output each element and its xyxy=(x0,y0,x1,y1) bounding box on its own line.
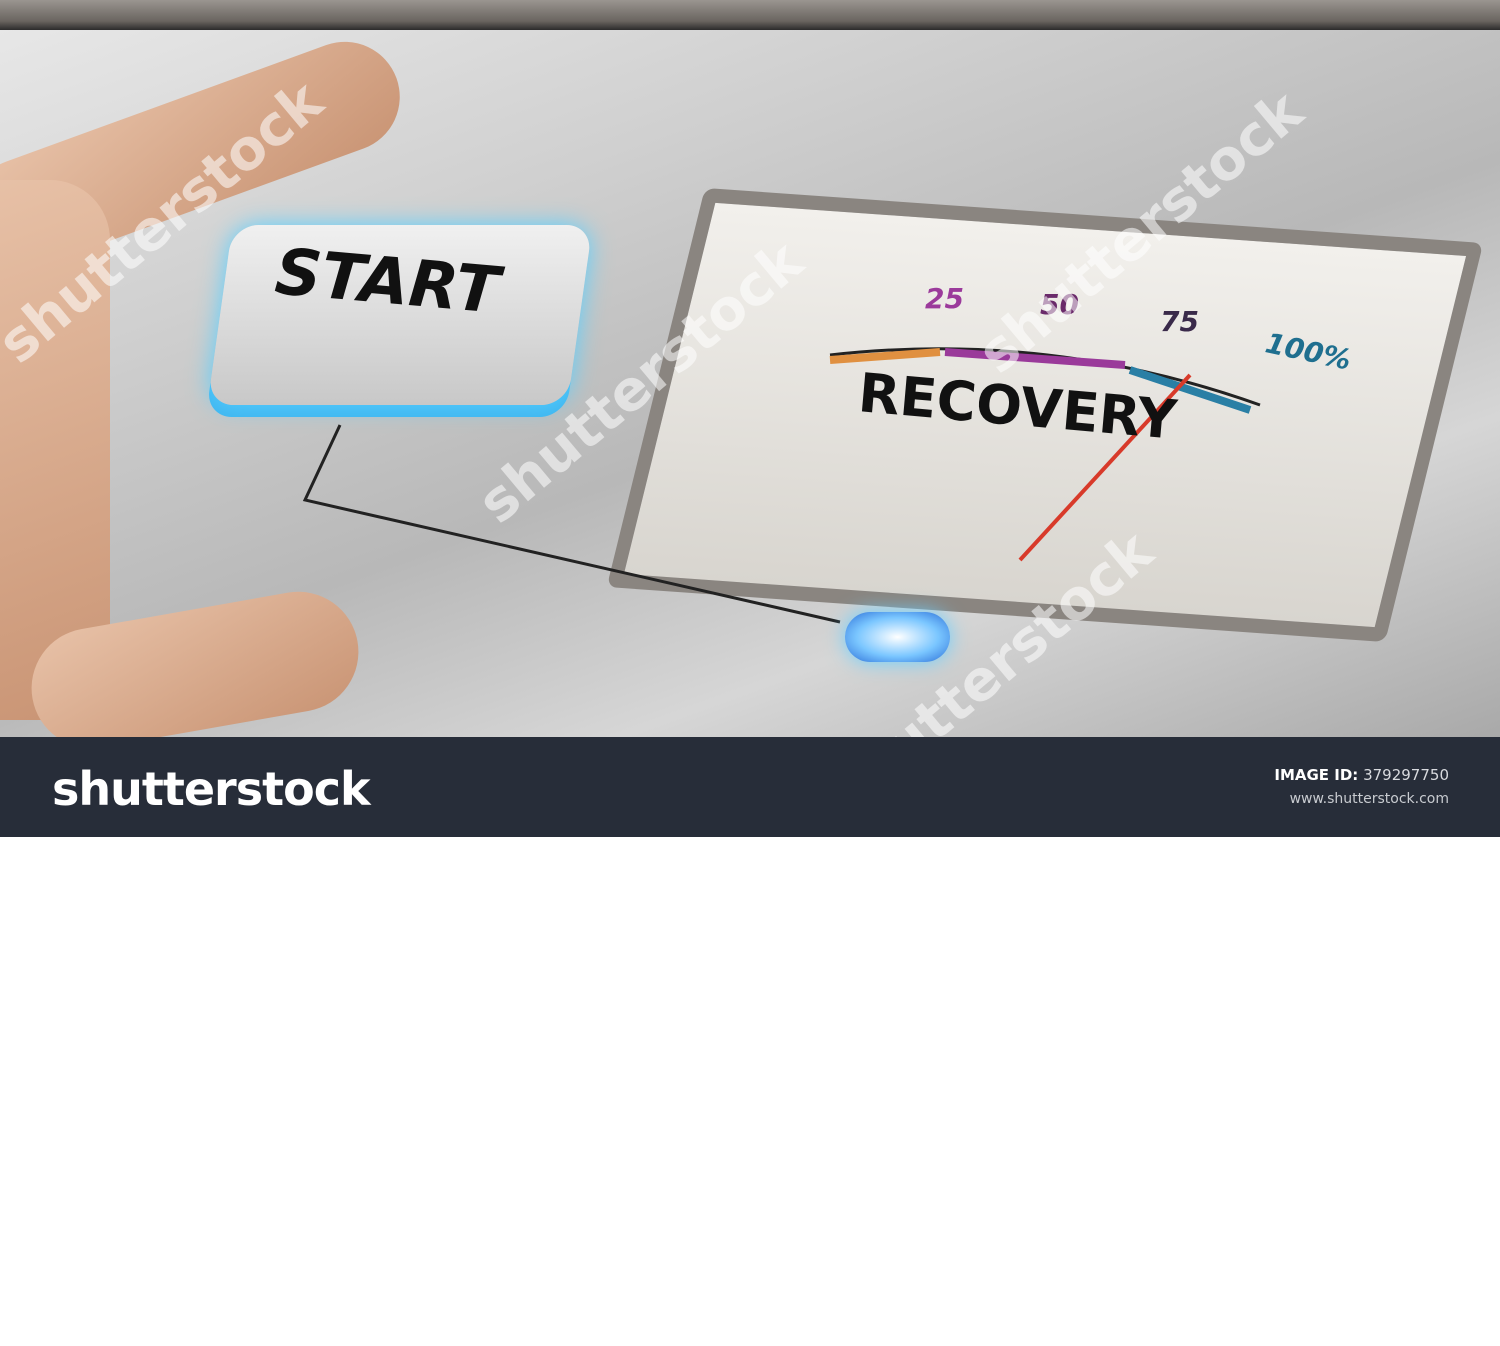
indicator-led xyxy=(845,612,950,662)
image-id-value: 379297750 xyxy=(1363,766,1449,784)
image-id: IMAGE ID: 379297750 xyxy=(1274,766,1449,784)
website-link: www.shutterstock.com xyxy=(1289,791,1449,807)
image-id-label: IMAGE ID: xyxy=(1274,766,1359,784)
stock-photo: START 25 50 75 100% RECOVERY shutterstoc… xyxy=(0,0,1500,737)
shutterstock-logo: shutterstock xyxy=(52,762,371,816)
